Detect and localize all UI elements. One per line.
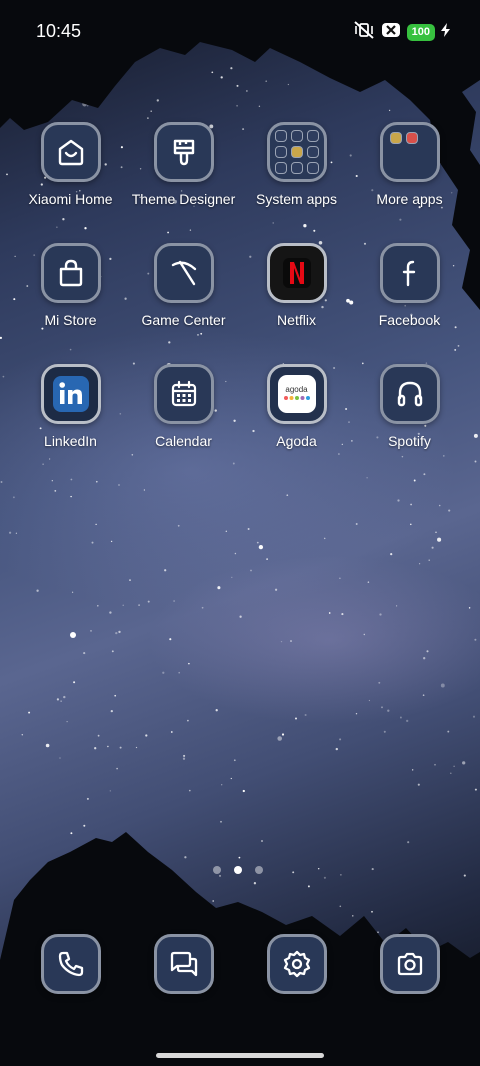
dock-phone[interactable] xyxy=(14,934,127,994)
netflix-icon xyxy=(266,243,327,303)
app-facebook[interactable]: Facebook xyxy=(353,243,466,328)
app-linkedin[interactable]: LinkedIn xyxy=(14,364,127,449)
settings-icon xyxy=(266,934,327,994)
battery-icon: 100 xyxy=(406,24,435,41)
dock-settings[interactable] xyxy=(240,934,353,994)
status-icons: 100 xyxy=(353,21,450,44)
app-theme-designer[interactable]: Theme Designer xyxy=(127,122,240,207)
calendar-icon xyxy=(153,364,214,424)
folder-system-apps[interactable]: System apps xyxy=(240,122,353,207)
app-grid: Xiaomi Home Theme Designer System apps M… xyxy=(14,122,466,449)
headphones-icon xyxy=(379,364,440,424)
messages-icon xyxy=(153,934,214,994)
app-xiaomi-home[interactable]: Xiaomi Home xyxy=(14,122,127,207)
facebook-icon xyxy=(379,243,440,303)
app-agoda[interactable]: agoda Agoda xyxy=(240,364,353,449)
status-time: 10:45 xyxy=(36,21,82,41)
app-label: More apps xyxy=(376,191,443,207)
app-label: Game Center xyxy=(141,312,226,328)
app-label: Theme Designer xyxy=(131,191,236,207)
app-label: Mi Store xyxy=(44,312,97,328)
dock-camera[interactable] xyxy=(353,934,466,994)
app-label: LinkedIn xyxy=(44,433,97,449)
app-label: Calendar xyxy=(155,433,212,449)
app-calendar[interactable]: Calendar xyxy=(127,364,240,449)
app-label: Netflix xyxy=(277,312,316,328)
pickaxe-icon xyxy=(153,243,214,303)
folder-icon xyxy=(379,122,440,182)
phone-icon xyxy=(40,934,101,994)
page-dot-current[interactable] xyxy=(234,866,242,874)
agoda-icon: agoda xyxy=(266,364,327,424)
vibrate-off-icon xyxy=(353,21,375,44)
folder-icon xyxy=(266,122,327,182)
close-box-icon xyxy=(381,21,401,44)
page-indicator xyxy=(213,866,263,874)
paint-brush-icon xyxy=(153,122,214,182)
dock xyxy=(14,934,466,994)
home-indicator[interactable] xyxy=(156,1053,324,1058)
app-netflix[interactable]: Netflix xyxy=(240,243,353,328)
charging-bolt-icon xyxy=(441,23,450,42)
linkedin-icon xyxy=(40,364,101,424)
app-label: Spotify xyxy=(388,433,431,449)
agoda-logo-text: agoda xyxy=(285,384,308,394)
shopping-bag-icon xyxy=(40,243,101,303)
xiaomi-home-icon xyxy=(40,122,101,182)
app-label: Xiaomi Home xyxy=(28,191,113,207)
folder-more-apps[interactable]: More apps xyxy=(353,122,466,207)
app-label: Agoda xyxy=(276,433,317,449)
app-label: Facebook xyxy=(378,312,441,328)
app-game-center[interactable]: Game Center xyxy=(127,243,240,328)
page-dot[interactable] xyxy=(213,866,221,874)
app-spotify[interactable]: Spotify xyxy=(353,364,466,449)
page-dot[interactable] xyxy=(255,866,263,874)
camera-icon xyxy=(379,934,440,994)
app-label: System apps xyxy=(256,191,337,207)
status-bar: 10:45 100 xyxy=(0,0,480,62)
app-mi-store[interactable]: Mi Store xyxy=(14,243,127,328)
dock-messages[interactable] xyxy=(127,934,240,994)
